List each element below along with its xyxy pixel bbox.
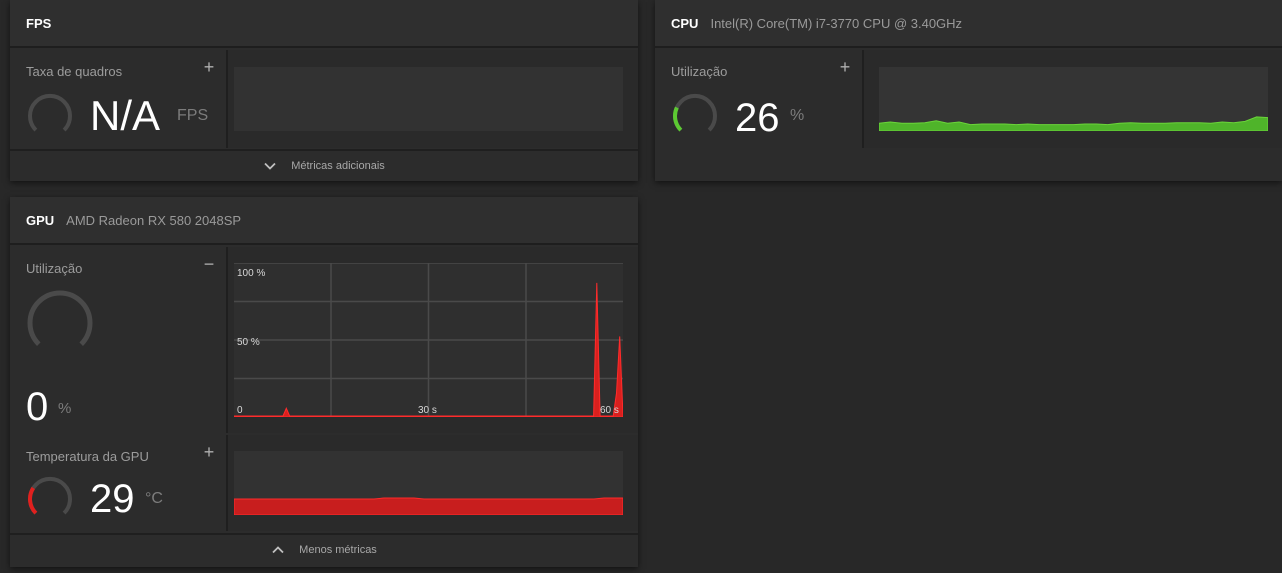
gpu-temperature-cell: Temperatura da GPU + 29 °C — [10, 435, 228, 531]
additional-metrics-label: Métricas adicionais — [291, 160, 385, 172]
fewer-metrics-label: Menos métricas — [299, 544, 377, 556]
gpu-model-name: AMD Radeon RX 580 2048SP — [66, 212, 242, 228]
cpu-expand-button[interactable]: + — [836, 58, 854, 76]
additional-metrics-button[interactable]: Métricas adicionais — [10, 149, 638, 181]
gpu-temperature-row: Temperatura da GPU + 29 °C — [10, 435, 638, 531]
gpu-y-label-mid: 50 % — [237, 337, 260, 348]
cpu-panel: CPU Intel(R) Core(TM) i7-3770 CPU @ 3.40… — [655, 0, 1282, 181]
fps-unit: FPS — [177, 107, 209, 124]
gpu-x-label-mid: 30 s — [418, 405, 437, 416]
cpu-panel-title: CPU — [671, 15, 699, 31]
gpu-utilization-graph: 100 % 50 % 0 30 s 60 s — [234, 263, 623, 417]
fps-graph — [234, 67, 623, 131]
gpu-temperature-graph — [234, 451, 623, 515]
gpu-utilization-cell: Utilização − 0 % — [10, 247, 228, 433]
fps-panel-title: FPS — [26, 15, 52, 31]
fps-panel: FPS Taxa de quadros + N/A FPS Métricas a… — [10, 0, 638, 181]
gpu-temperature-unit: °C — [145, 490, 163, 507]
fewer-metrics-button[interactable]: Menos métricas — [10, 533, 638, 565]
fps-metric-row: Taxa de quadros + N/A FPS — [10, 50, 638, 148]
cpu-graph — [879, 67, 1268, 131]
cpu-panel-header: CPU Intel(R) Core(TM) i7-3770 CPU @ 3.40… — [655, 0, 1282, 48]
fps-expand-button[interactable]: + — [200, 58, 218, 76]
gpu-collapse-button[interactable]: − — [200, 255, 218, 273]
gpu-utilization-unit: % — [58, 400, 72, 417]
gpu-utilization-gauge — [27, 290, 93, 346]
fps-metric-cell: Taxa de quadros + N/A FPS — [10, 50, 228, 148]
fps-panel-header: FPS — [10, 0, 638, 48]
cpu-value: 26 — [735, 96, 780, 140]
cpu-utilization-label: Utilização — [671, 64, 728, 79]
fps-metric-label: Taxa de quadros — [26, 64, 123, 79]
cpu-model-name: Intel(R) Core(TM) i7-3770 CPU @ 3.40GHz — [710, 15, 963, 31]
gpu-x-label-end: 60 s — [600, 405, 619, 416]
chevron-up-icon — [272, 546, 284, 554]
cpu-gauge — [673, 93, 717, 132]
gpu-panel-header: GPU AMD Radeon RX 580 2048SP — [10, 197, 638, 245]
gpu-panel-title: GPU — [26, 212, 55, 228]
gpu-graph-grid — [234, 263, 623, 417]
gpu-temperature-value: 29 — [90, 477, 135, 521]
cpu-metric-cell: Utilização + 26 % — [655, 50, 864, 148]
gpu-utilization-label: Utilização — [26, 261, 83, 276]
gpu-panel: GPU AMD Radeon RX 580 2048SP Utilização … — [10, 197, 638, 567]
gpu-temperature-label: Temperatura da GPU — [26, 449, 149, 464]
cpu-unit: % — [790, 107, 805, 124]
gpu-utilization-row: Utilização − 0 % 100 % 50 % 0 30 s 60 s — [10, 247, 638, 433]
cpu-utilization-area — [879, 116, 1268, 131]
gpu-y-label-bottom: 0 — [237, 405, 243, 416]
gpu-temperature-gauge — [28, 476, 72, 515]
chevron-down-icon — [264, 162, 276, 170]
gpu-y-label-top: 100 % — [237, 268, 265, 279]
fps-value: N/A — [90, 92, 161, 139]
gpu-utilization-value: 0 — [26, 385, 49, 429]
fps-gauge — [28, 93, 72, 132]
cpu-metric-row: Utilização + 26 % — [655, 50, 1282, 148]
gpu-temperature-expand-button[interactable]: + — [200, 443, 218, 461]
gpu-temperature-area — [234, 497, 623, 515]
